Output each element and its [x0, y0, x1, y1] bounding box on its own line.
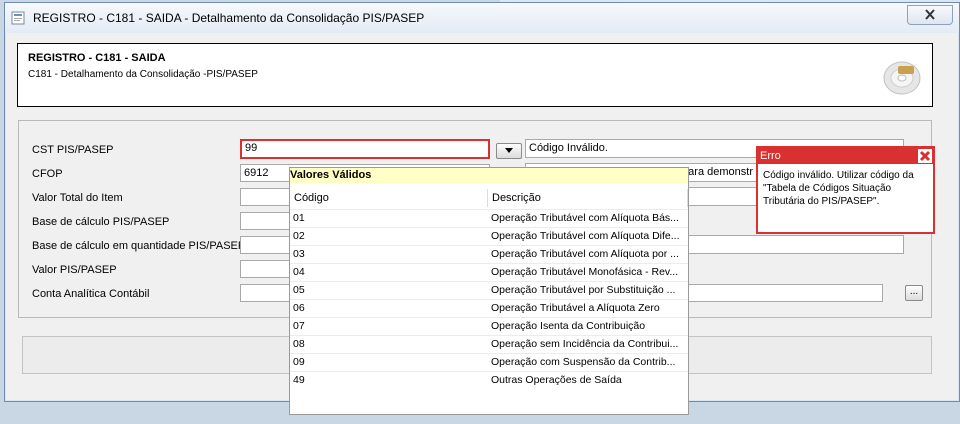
close-button[interactable]	[907, 5, 953, 25]
register-header: REGISTRO - C181 - SAIDA C181 - Detalhame…	[17, 43, 933, 107]
cfop-description-text: para demonstr	[682, 166, 753, 178]
base-quantidade-label: Base de cálculo em quantidade PIS/PASEP	[32, 240, 246, 252]
close-icon	[925, 9, 935, 20]
list-item[interactable]: 08 Operação sem Incidência da Contribui..…	[290, 335, 688, 354]
description-cell: Operação sem Incidência da Contribui...	[491, 338, 679, 350]
valid-values-popup: Valores Válidos Código Descrição 01 Opera…	[289, 167, 689, 415]
list-item[interactable]: 49 Outras Operações de Saída	[290, 371, 688, 390]
description-cell: Outras Operações de Saída	[491, 374, 622, 386]
code-cell: 04	[293, 266, 305, 278]
description-cell: Operação Tributável com Alíquota Bás...	[491, 212, 679, 224]
conta-browse-button[interactable]: ...	[905, 285, 923, 301]
list-item[interactable]: 09 Operação com Suspensão da Contrib...	[290, 353, 688, 372]
list-item[interactable]: 02 Operação Tributável com Alíquota Dife.…	[290, 227, 688, 246]
base-quantidade-extra-field	[688, 235, 904, 254]
cst-input[interactable]: 99	[240, 139, 490, 159]
code-cell: 05	[293, 284, 305, 296]
description-cell: Operação Tributável a Alíquota Zero	[491, 302, 660, 314]
description-cell: Operação Tributável Monofásica - Rev...	[491, 266, 679, 278]
valor-total-label: Valor Total do Item	[32, 192, 123, 204]
conta-label: Conta Analítica Contábil	[32, 288, 150, 300]
code-cell: 49	[293, 374, 305, 386]
description-cell: Operação Tributável com Alíquota por ...	[491, 248, 679, 260]
list-item[interactable]: 07 Operação Isenta da Contribuição	[290, 317, 688, 336]
error-message: Código inválido. Utilizar código da "Tab…	[763, 170, 914, 207]
error-tooltip: Erro Código inválido. Utilizar código da…	[756, 146, 935, 234]
description-cell: Operação Tributável com Alíquota Dife...	[491, 230, 680, 242]
cst-dropdown-button[interactable]	[496, 143, 522, 159]
list-item[interactable]: 01 Operação Tributável com Alíquota Bás..…	[290, 209, 688, 228]
app-icon	[11, 11, 25, 25]
code-cell: 02	[293, 230, 305, 242]
valor-pis-label: Valor PIS/PASEP	[32, 264, 117, 276]
code-cell: 08	[293, 338, 305, 350]
list-item[interactable]: 06 Operação Tributável a Alíquota Zero	[290, 299, 688, 318]
header-subtitle: C181 - Detalhamento da Consolidação -PIS…	[28, 69, 258, 80]
description-cell: Operação com Suspensão da Contrib...	[491, 356, 676, 368]
title-bar: REGISTRO - C181 - SAIDA - Detalhamento d…	[5, 3, 959, 33]
popup-title: Valores Válidos	[290, 168, 688, 183]
window-title: REGISTRO - C181 - SAIDA - Detalhamento d…	[33, 11, 425, 25]
code-cell: 01	[293, 212, 305, 224]
list-item[interactable]: 04 Operação Tributável Monofásica - Rev..…	[290, 263, 688, 282]
code-cell: 07	[293, 320, 305, 332]
header-title: REGISTRO - C181 - SAIDA	[28, 52, 166, 64]
code-cell: 03	[293, 248, 305, 260]
error-close-icon[interactable]	[918, 149, 932, 163]
column-header-descricao[interactable]: Descrição	[488, 189, 688, 207]
description-cell: Operação Tributável por Substituição ...	[491, 284, 676, 296]
list-item[interactable]: 03 Operação Tributável com Alíquota por .…	[290, 245, 688, 264]
cd-disc-icon	[883, 61, 921, 95]
cfop-label: CFOP	[32, 168, 63, 180]
list-item[interactable]: 05 Operação Tributável por Substituição .…	[290, 281, 688, 300]
base-calculo-label: Base de cálculo PIS/PASEP	[32, 216, 170, 228]
code-cell: 09	[293, 356, 305, 368]
column-header-codigo[interactable]: Código	[290, 189, 488, 207]
code-cell: 06	[293, 302, 305, 314]
error-title: Erro	[758, 148, 933, 164]
cst-label: CST PIS/PASEP	[32, 144, 114, 156]
description-cell: Operação Isenta da Contribuição	[491, 320, 646, 332]
